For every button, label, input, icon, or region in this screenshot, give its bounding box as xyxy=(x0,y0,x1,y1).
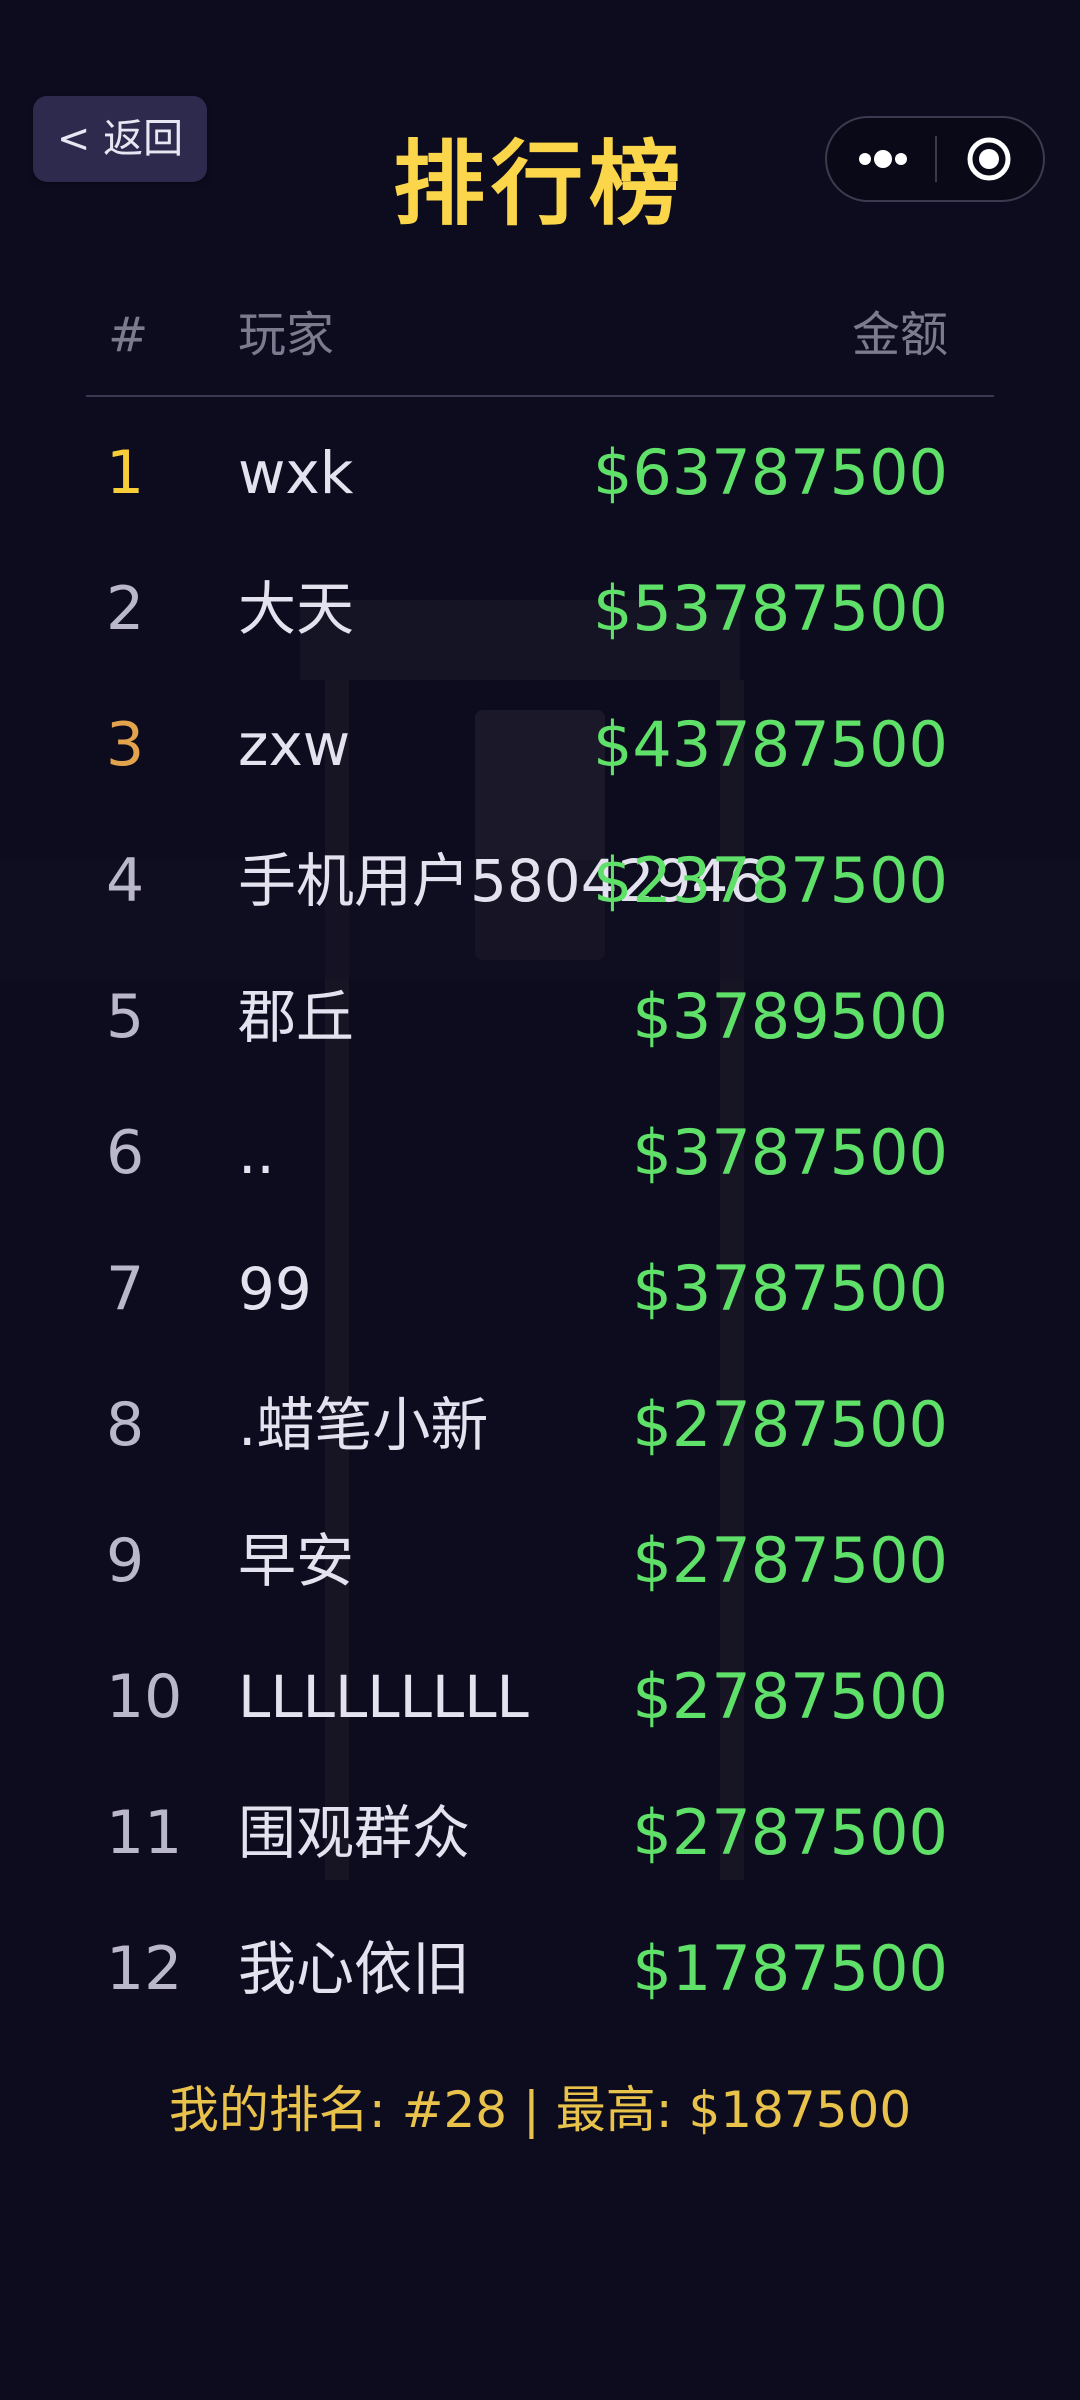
row-rank: 11 xyxy=(106,1798,183,1868)
row-player-name: 大天 xyxy=(238,575,355,643)
row-amount: $2787500 xyxy=(632,1388,948,1461)
leaderboard-list: 1 wxk $63787500 2 大天 $53787500 3 zxw $43787500 4 手… xyxy=(0,405,1080,2037)
row-player-name: 我心依旧 xyxy=(238,1935,471,2003)
table-row: 1 wxk $63787500 xyxy=(0,405,1080,541)
row-rank: 7 xyxy=(106,1254,145,1324)
row-player-name: 99 xyxy=(238,1255,312,1323)
row-rank: 12 xyxy=(106,1934,183,2004)
row-player-name: 早安 xyxy=(238,1527,355,1595)
row-amount: $3789500 xyxy=(632,980,948,1053)
row-rank: 9 xyxy=(106,1526,145,1596)
header-amount: 金额 xyxy=(851,307,948,363)
table-row: 3 zxw $43787500 xyxy=(0,677,1080,813)
row-amount: $43787500 xyxy=(592,708,948,781)
table-row: 11 围观群众 $2787500 xyxy=(0,1765,1080,1901)
row-rank: 4 xyxy=(106,846,145,916)
table-row: 10 LLLLLLLLL $2787500 xyxy=(0,1629,1080,1765)
my-rank-footer: 我的排名: #28 | 最高: $187500 xyxy=(168,2081,912,2139)
row-amount: $53787500 xyxy=(592,572,948,645)
row-player-name: zxw xyxy=(238,711,351,779)
row-rank: 10 xyxy=(106,1662,183,1732)
row-amount: $1787500 xyxy=(632,1932,948,2005)
row-amount: $23787500 xyxy=(592,844,948,917)
row-rank: 1 xyxy=(106,438,145,508)
row-player-name: .蜡笔小新 xyxy=(238,1391,489,1459)
row-rank: 6 xyxy=(106,1118,145,1188)
table-row: 7 99 $3787500 xyxy=(0,1221,1080,1357)
row-rank: 5 xyxy=(106,982,145,1052)
table-row: 5 郡丘 $3789500 xyxy=(0,949,1080,1085)
header-rank: # xyxy=(108,307,149,363)
table-row: 4 手机用户58042946 $23787500 xyxy=(0,813,1080,949)
row-amount: $2787500 xyxy=(632,1524,948,1597)
table-row: 6.. $3787500 xyxy=(0,1085,1080,1221)
row-rank: 3 xyxy=(106,710,145,780)
row-player-name: 围观群众 xyxy=(238,1799,471,1867)
row-player-name: wxk xyxy=(238,439,354,507)
table-row: 2 大天 $53787500 xyxy=(0,541,1080,677)
row-amount: $2787500 xyxy=(632,1660,948,1733)
row-player-name: LLLLLLLLL xyxy=(238,1663,529,1731)
row-player-name: .. xyxy=(238,1119,275,1187)
header-player: 玩家 xyxy=(238,307,335,363)
page-title: 排行榜 xyxy=(392,131,687,238)
row-rank: 8 xyxy=(106,1390,145,1460)
row-amount: $63787500 xyxy=(592,436,948,509)
table-row: 9 早安 $2787500 xyxy=(0,1493,1080,1629)
table-header: # 玩家 金额 xyxy=(0,290,1080,380)
row-amount: $2787500 xyxy=(632,1796,948,1869)
table-row: 8 .蜡笔小新 $2787500 xyxy=(0,1357,1080,1493)
table-row: 12 我心依旧 $1787500 xyxy=(0,1901,1080,2037)
row-amount: $3787500 xyxy=(632,1252,948,1325)
row-rank: 2 xyxy=(106,574,145,644)
row-amount: $3787500 xyxy=(632,1116,948,1189)
row-player-name: 郡丘 xyxy=(238,983,355,1051)
header-divider xyxy=(86,395,994,397)
